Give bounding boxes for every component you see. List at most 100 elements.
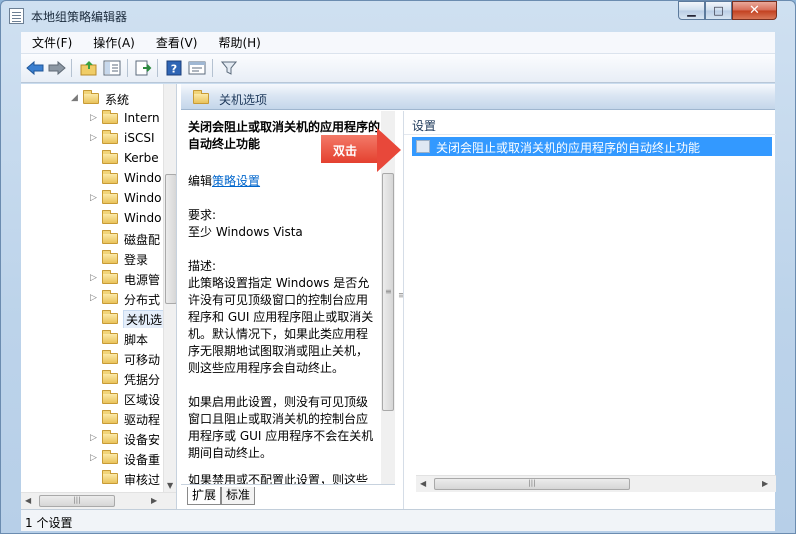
expand-triangle-icon[interactable]: ▷: [90, 293, 98, 303]
tree-item[interactable]: 关机选: [21, 308, 163, 328]
tab-standard[interactable]: 标准: [221, 487, 256, 505]
tree-item[interactable]: 脚本: [21, 328, 163, 348]
tree-item[interactable]: ▷ Windo: [21, 188, 163, 208]
view-tabs: 扩展 标准: [181, 484, 395, 509]
tree-item[interactable]: Windo: [21, 168, 163, 188]
settings-list: 设置 关闭会阻止或取消关机的应用程序的自动终止功能 ◀ ||| ▶: [403, 111, 776, 509]
settings-horizontal-scrollbar[interactable]: ◀ ||| ▶: [416, 475, 776, 492]
expand-triangle-icon[interactable]: ▷: [90, 113, 98, 123]
folder-icon: [102, 310, 118, 324]
scroll-left-arrow-icon[interactable]: ◀: [25, 496, 31, 505]
filter-icon[interactable]: [219, 58, 239, 78]
folder-icon: [83, 90, 99, 104]
scroll-left-arrow-icon[interactable]: ◀: [420, 479, 426, 488]
expand-triangle-icon[interactable]: ▷: [90, 133, 98, 143]
tree-vertical-scrollbar[interactable]: ▼: [163, 84, 176, 492]
up-folder-icon[interactable]: [79, 58, 99, 78]
expand-triangle-icon[interactable]: ▷: [90, 273, 98, 283]
description-label: 描述:: [188, 259, 217, 273]
folder-icon: [102, 170, 118, 184]
tree-item[interactable]: ▷ Intern: [21, 108, 163, 128]
settings-column-header[interactable]: 设置: [404, 111, 776, 135]
folder-icon: [102, 130, 118, 144]
menu-bar: 文件(F) 操作(A) 查看(V) 帮助(H): [21, 32, 775, 54]
expand-triangle-icon: [90, 173, 98, 183]
back-arrow-icon[interactable]: [25, 58, 45, 78]
arrow-right-icon: [377, 128, 401, 172]
tree-hscroll-thumb[interactable]: |||: [39, 495, 115, 507]
tree-item-label: 设备安: [124, 433, 161, 447]
title-bar[interactable]: 本地组策略编辑器 ▁ □ ✕: [1, 1, 795, 31]
tree-item-label: 电源管: [124, 273, 161, 287]
tree-item-label: 可移动: [124, 353, 161, 367]
tab-extended[interactable]: 扩展: [187, 487, 222, 505]
show-hide-tree-icon[interactable]: [102, 58, 122, 78]
tree-item[interactable]: ▷ 设备安: [21, 428, 163, 448]
window-title: 本地组策略编辑器: [31, 10, 128, 24]
tree-item-label: 脚本: [124, 333, 149, 347]
export-list-icon[interactable]: [133, 58, 153, 78]
expand-triangle-icon: [90, 473, 98, 483]
scroll-right-arrow-icon[interactable]: ▶: [762, 479, 768, 488]
tree-scroll-thumb[interactable]: [165, 174, 176, 304]
expand-triangle-icon[interactable]: ▷: [90, 433, 98, 443]
tree-item[interactable]: Windo: [21, 208, 163, 228]
expand-triangle-icon[interactable]: ▷: [90, 193, 98, 203]
description-scroll-thumb[interactable]: ≡: [382, 173, 394, 411]
expand-triangle-icon: [90, 313, 98, 323]
requirements-label: 要求:: [188, 208, 217, 222]
tree-item-label: 区域设: [124, 393, 161, 407]
folder-icon: [102, 290, 118, 304]
properties-icon[interactable]: [187, 58, 207, 78]
tree-item[interactable]: 驱动程: [21, 408, 163, 428]
collapse-triangle-icon[interactable]: ◢: [71, 93, 79, 103]
scroll-down-arrow-icon[interactable]: ▼: [167, 481, 173, 490]
scroll-right-arrow-icon[interactable]: ▶: [151, 496, 157, 505]
menu-action[interactable]: 操作(A): [82, 34, 145, 51]
tree-item[interactable]: 凭据分: [21, 368, 163, 388]
tree-item[interactable]: 区域设: [21, 388, 163, 408]
menu-help[interactable]: 帮助(H): [207, 34, 270, 51]
tree-item[interactable]: ▷ 设备重: [21, 448, 163, 468]
folder-icon: [102, 110, 118, 124]
tree-item[interactable]: Kerbe: [21, 148, 163, 168]
window-controls: ▁ □ ✕: [678, 1, 777, 20]
tree-item[interactable]: ▷ iSCSI: [21, 128, 163, 148]
folder-icon: [102, 450, 118, 464]
tree-horizontal-scrollbar[interactable]: ◀ ||| ▶: [21, 492, 176, 509]
settings-column-label: 设置: [412, 119, 437, 133]
close-button[interactable]: ✕: [732, 1, 777, 20]
menu-file[interactable]: 文件(F): [21, 34, 82, 51]
tree-item[interactable]: ▷ 分布式: [21, 288, 163, 308]
status-bar: 1 个设置: [21, 509, 775, 531]
help-icon[interactable]: ?: [164, 58, 184, 78]
expand-triangle-icon: [90, 333, 98, 343]
tree-item[interactable]: 审核过: [21, 468, 163, 488]
tree-item[interactable]: 可移动: [21, 348, 163, 368]
setting-row[interactable]: 关闭会阻止或取消关机的应用程序的自动终止功能: [412, 137, 772, 156]
tree-item[interactable]: ◢ 系统: [21, 88, 163, 108]
folder-icon: [102, 370, 118, 384]
tree-item-label: 登录: [124, 253, 149, 267]
tree-item-label: 磁盘配: [124, 233, 161, 247]
forward-arrow-icon[interactable]: [47, 58, 67, 78]
minimize-button[interactable]: ▁: [678, 1, 705, 20]
tree-item-label: Windo: [124, 211, 162, 225]
expand-triangle-icon[interactable]: ▷: [90, 453, 98, 463]
folder-icon: [102, 390, 118, 404]
tree-item-label: 关机选: [122, 310, 163, 328]
tree-item[interactable]: ▷ 电源管: [21, 268, 163, 288]
settings-hscroll-thumb[interactable]: |||: [434, 478, 630, 490]
details-pane: 关机选项 关闭会阻止或取消关机的应用程序的自动终止功能 编辑策略设置 要求: 至…: [181, 84, 776, 509]
expand-triangle-icon: [90, 153, 98, 163]
menu-view[interactable]: 查看(V): [145, 34, 208, 51]
tree-item[interactable]: 登录: [21, 248, 163, 268]
callout-text: 双击: [333, 144, 358, 158]
tree-item[interactable]: 磁盘配: [21, 228, 163, 248]
policy-settings-link[interactable]: 策略设置: [212, 174, 260, 188]
expand-triangle-icon: [90, 353, 98, 363]
folder-icon: [102, 330, 118, 344]
svg-text:?: ?: [171, 63, 177, 76]
maximize-button[interactable]: □: [705, 1, 732, 20]
folder-icon: [102, 350, 118, 364]
